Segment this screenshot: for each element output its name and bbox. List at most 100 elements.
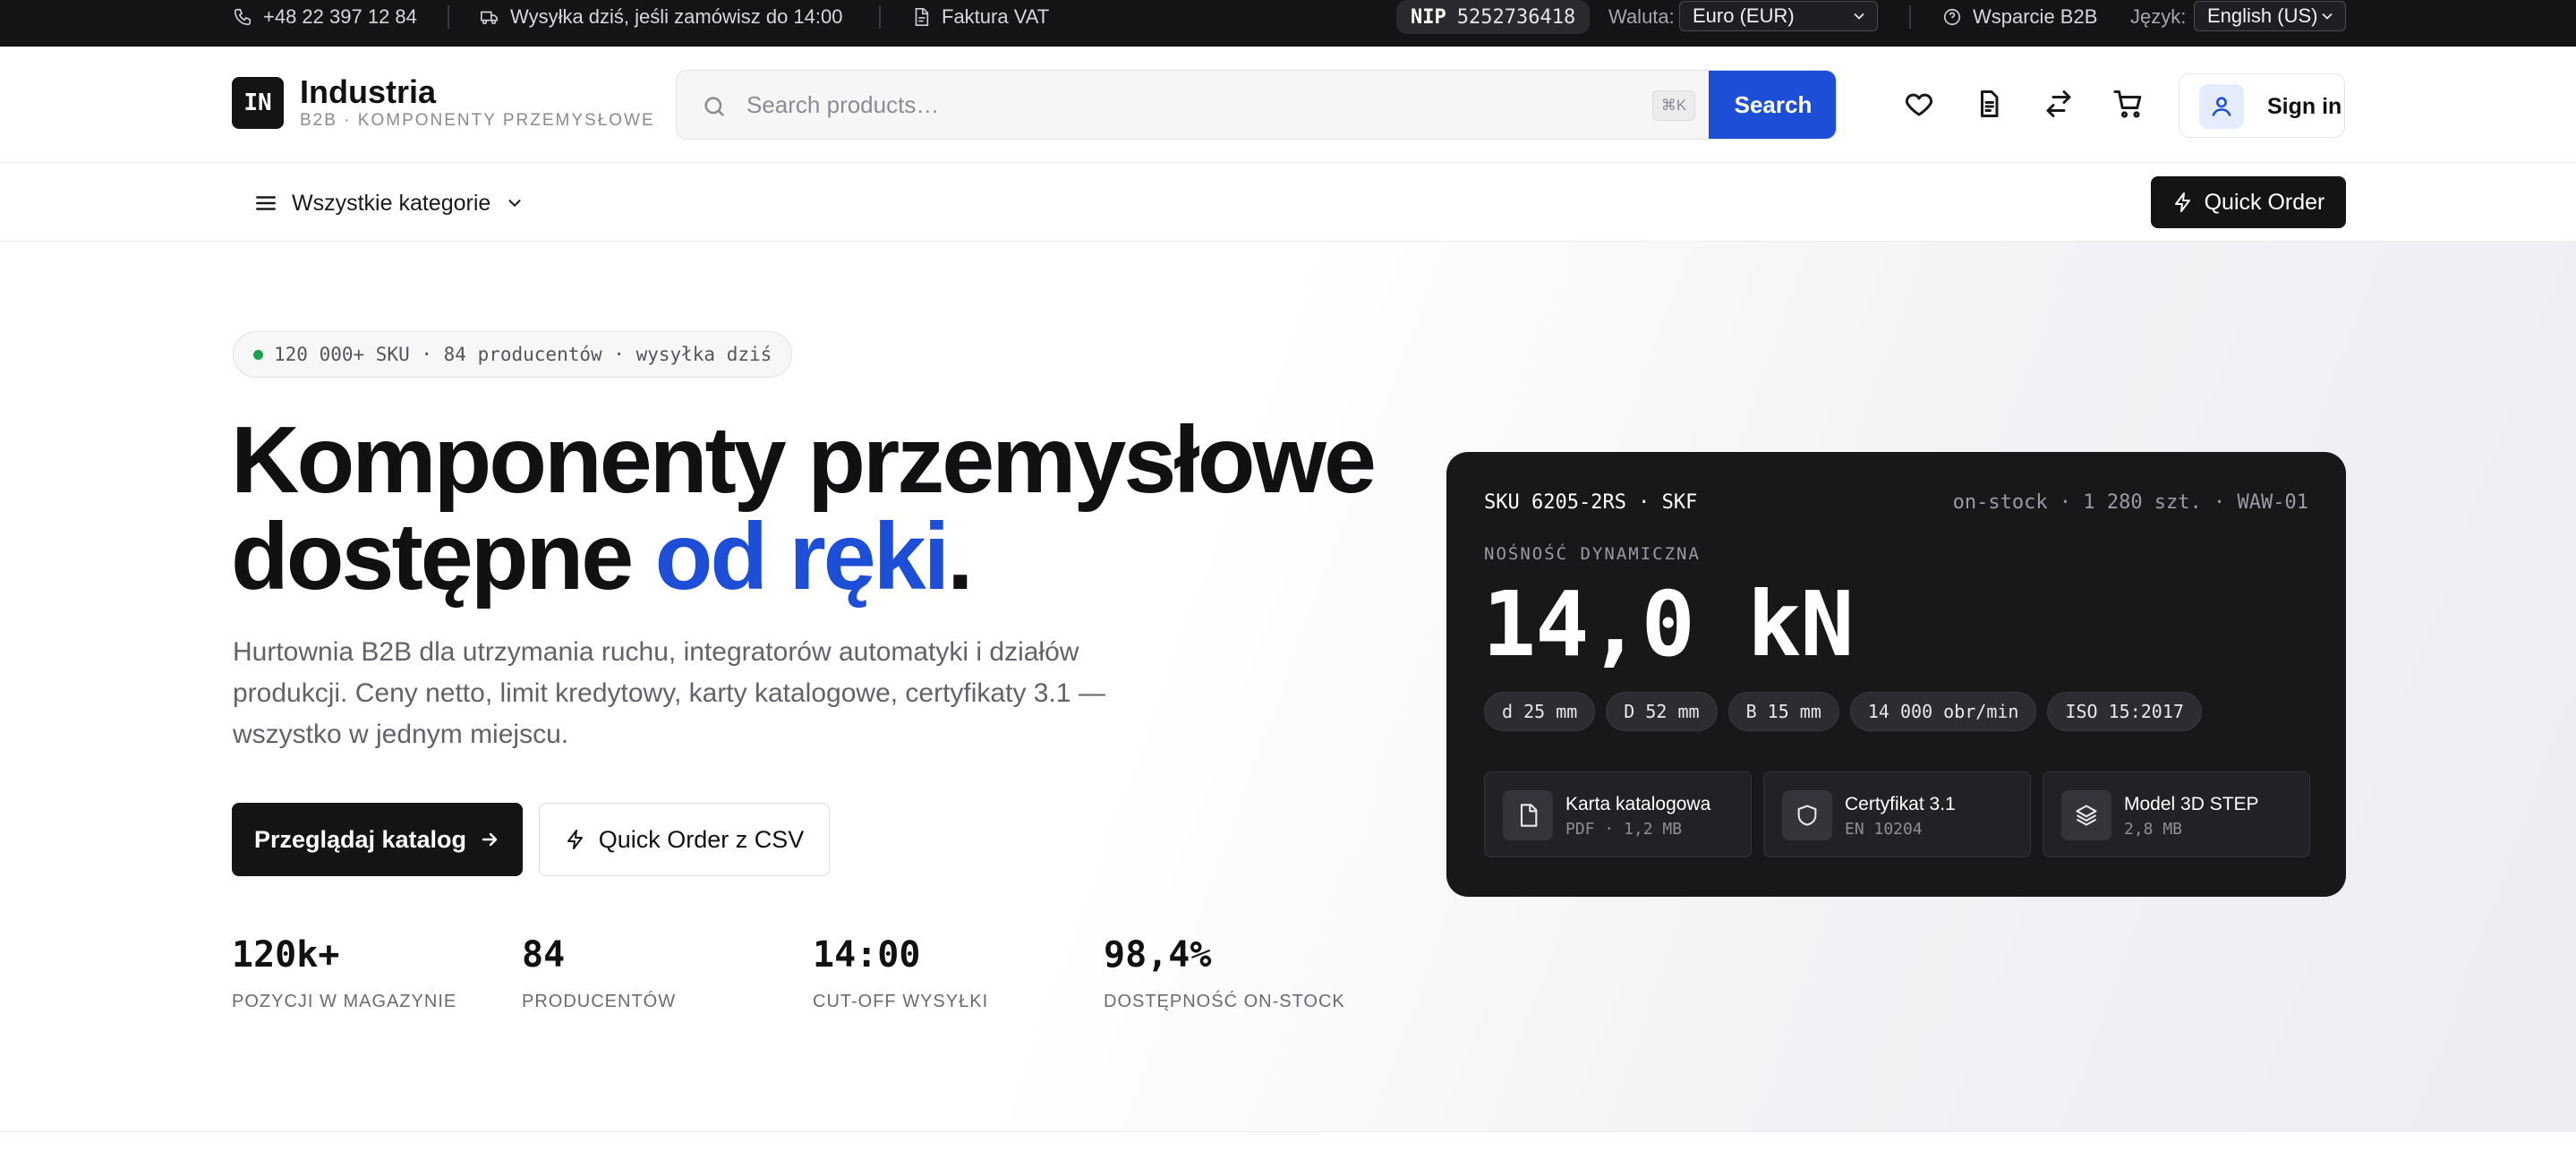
- phone-number: +48 22 397 12 84: [263, 5, 417, 28]
- stat-item: 84 PRODUCENTÓW: [522, 934, 676, 1012]
- category-nav: Wszystkie kategorie Quick Order: [0, 163, 2576, 242]
- compare-button[interactable]: [2037, 82, 2080, 125]
- stat-label: PRODUCENTÓW: [522, 992, 677, 1011]
- hero-lead: Hurtownia B2B dla utrzymania ruchu, inte…: [233, 637, 1105, 749]
- hero-title: Komponenty przemysłowe dostępne od ręki.: [231, 412, 1395, 605]
- stat-value: 84: [522, 934, 566, 976]
- brand-name[interactable]: Industria: [300, 73, 436, 111]
- document-meta: 2,8 MB: [2124, 820, 2183, 839]
- document-list: Karta katalogowa PDF · 1,2 MB Certyfikat…: [1484, 771, 2310, 857]
- currency-label: Waluta:: [1608, 0, 1675, 34]
- menu-icon: [256, 196, 276, 210]
- spec-chips: d 25 mm D 52 mm B 15 mm 14 000 obr/min I…: [1484, 692, 2202, 731]
- section-divider: [0, 1131, 2576, 1176]
- documents-button[interactable]: [1967, 82, 2010, 125]
- cart-icon: [2113, 90, 2142, 118]
- currency-value: Euro (EUR): [1693, 4, 1795, 27]
- layers-icon: [2061, 790, 2111, 840]
- file-icon: [915, 8, 929, 26]
- divider: [1909, 5, 1911, 29]
- datasheet-download[interactable]: Karta katalogowa PDF · 1,2 MB: [1484, 771, 1752, 857]
- spec-chip: 14 000 obr/min: [1849, 692, 2037, 731]
- shield-icon: [1782, 790, 1832, 840]
- hero-title-line2: dostępne od ręki.: [231, 508, 1395, 605]
- divider: [879, 5, 881, 29]
- language-label-text: Język:: [2130, 5, 2187, 28]
- hero-title-line1: Komponenty przemysłowe: [231, 407, 1377, 513]
- stock-pill: 120 000+ SKU · 84 producentów · wysyłka …: [233, 331, 793, 378]
- currency-label-text: Waluta:: [1608, 5, 1675, 28]
- spec-value: 14,0 kN: [1482, 572, 1854, 677]
- browse-catalog-label: Przeglądaj katalog: [253, 825, 467, 853]
- compare-icon: [2046, 90, 2071, 117]
- logo-mark[interactable]: IN: [232, 77, 284, 129]
- stat-item: 14:00 CUT-OFF WYSYŁKI: [813, 934, 988, 1012]
- shipping-text: Wysyłka dziś, jeśli zamówisz do 14:00: [510, 5, 843, 28]
- cart-button[interactable]: [2107, 82, 2150, 125]
- all-categories-label: Wszystkie kategorie: [292, 190, 491, 216]
- stat-value: 120k+: [232, 934, 340, 976]
- phone-icon: [234, 8, 252, 26]
- invoice-link[interactable]: Faktura VAT: [911, 0, 1049, 34]
- truck-icon: [481, 11, 499, 25]
- nip-label: NIP: [1411, 5, 1446, 29]
- hero-title-end: .: [947, 504, 974, 609]
- product-stock: on-stock · 1 280 szt. · WAW-01: [1952, 491, 2308, 514]
- lightning-icon: [2174, 192, 2190, 212]
- product-sku: SKU 6205-2RS · SKF: [1484, 491, 1698, 514]
- spec-caption: NOŚNOŚĆ DYNAMICZNA: [1484, 544, 1701, 564]
- divider: [448, 5, 449, 29]
- stock-pill-text: 120 000+ SKU · 84 producentów · wysyłka …: [274, 344, 772, 365]
- document-icon: [1981, 90, 1999, 117]
- stat-item: 98,4% DOSTĘPNOŚĆ ON-STOCK: [1104, 934, 1345, 1012]
- chevron-down-icon: [508, 200, 521, 208]
- wishlist-button[interactable]: [1898, 82, 1941, 125]
- hero-section: 120 000+ SKU · 84 producentów · wysyłka …: [0, 242, 2576, 1131]
- quick-order-csv-button[interactable]: Quick Order z CSV: [539, 803, 830, 876]
- document-meta: PDF · 1,2 MB: [1565, 820, 1683, 839]
- document-meta: EN 10204: [1845, 820, 1923, 839]
- spec-chip: B 15 mm: [1727, 692, 1839, 731]
- stat-label: CUT-OFF WYSYŁKI: [813, 992, 989, 1011]
- hero-title-plain: dostępne: [231, 504, 655, 609]
- all-categories-button[interactable]: Wszystkie kategorie: [254, 183, 525, 224]
- search-input[interactable]: [746, 71, 1597, 139]
- document-title: Model 3D STEP: [2124, 794, 2259, 814]
- phone-link[interactable]: +48 22 397 12 84: [233, 0, 417, 34]
- top-bar: +48 22 397 12 84 Wysyłka dziś, jeśli zam…: [0, 0, 2576, 47]
- language-value: English (US): [2207, 4, 2318, 27]
- arrow-right-icon: [482, 832, 498, 847]
- certificate-download[interactable]: Certyfikat 3.1 EN 10204: [1763, 771, 2031, 857]
- user-icon: [2212, 97, 2231, 116]
- stat-value: 98,4%: [1104, 934, 1212, 976]
- site-header: IN Industria B2B · KOMPONENTY PRZEMYSŁOW…: [0, 47, 2576, 163]
- search-shortcut: ⌘K: [1652, 90, 1695, 121]
- search-button[interactable]: Search: [1709, 71, 1836, 139]
- file-icon: [1503, 790, 1553, 840]
- chevron-down-icon: [2322, 13, 2333, 20]
- product-spec-card[interactable]: SKU 6205-2RS · SKF on-stock · 1 280 szt.…: [1446, 452, 2346, 897]
- nip-badge: NIP 5252736418: [1396, 0, 1591, 34]
- brand-subtitle: B2B · KOMPONENTY PRZEMYSŁOWE: [300, 111, 655, 130]
- quick-order-csv-label: Quick Order z CSV: [598, 825, 805, 853]
- heart-icon: [1905, 93, 1933, 116]
- sign-in-button[interactable]: Sign in: [2179, 73, 2345, 138]
- support-link[interactable]: Wsparcie B2B: [1942, 0, 2097, 34]
- language-select[interactable]: English (US): [2194, 1, 2346, 31]
- lightning-icon: [567, 830, 583, 849]
- quick-order-button[interactable]: Quick Order: [2151, 176, 2346, 228]
- stat-item: 120k+ POZYCJI W MAGAZYNIE: [232, 934, 456, 1012]
- browse-catalog-button[interactable]: Przeglądaj katalog: [232, 803, 523, 876]
- search-icon: [704, 97, 724, 116]
- spec-chip: D 52 mm: [1606, 692, 1718, 731]
- help-icon: [1943, 8, 1961, 26]
- document-title: Karta katalogowa: [1565, 794, 1711, 814]
- search-bar: ⌘K Search: [676, 70, 1837, 140]
- 3d-model-download[interactable]: Model 3D STEP 2,8 MB: [2043, 771, 2310, 857]
- support-text: Wsparcie B2B: [1973, 5, 2098, 28]
- chevron-down-icon: [1854, 13, 1864, 20]
- currency-select[interactable]: Euro (EUR): [1679, 1, 1878, 31]
- language-label: Język:: [2130, 0, 2186, 34]
- quick-order-label: Quick Order: [2204, 189, 2325, 215]
- shipping-info: Wysyłka dziś, jeśli zamówisz do 14:00: [480, 0, 843, 34]
